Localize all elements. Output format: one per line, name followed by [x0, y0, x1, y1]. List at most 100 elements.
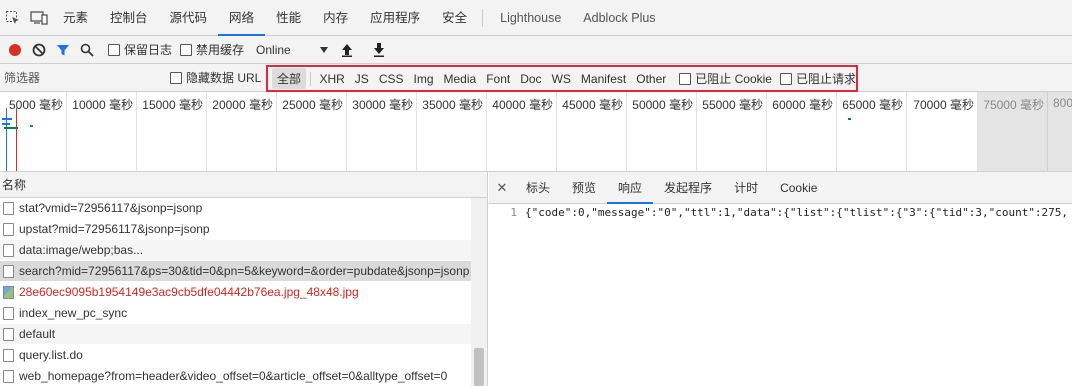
- type-filter-ws[interactable]: WS: [547, 70, 576, 88]
- disable-cache-checkbox[interactable]: [180, 43, 193, 56]
- timeline-tick-label: 55000 毫秒: [702, 98, 763, 112]
- record-icon[interactable]: [4, 38, 26, 62]
- document-icon: [3, 222, 14, 236]
- tab-preview[interactable]: 预览: [561, 172, 607, 204]
- filter-input[interactable]: 筛选器: [0, 69, 170, 86]
- timeline-tick: 25000 毫秒: [277, 92, 347, 171]
- image-file-icon: [3, 285, 14, 299]
- tab-performance[interactable]: 性能: [265, 0, 312, 36]
- timeline-tick: 15000 毫秒: [137, 92, 207, 171]
- timeline-tick-label: 20000 毫秒: [212, 98, 273, 112]
- request-bar: [848, 118, 851, 120]
- clear-icon[interactable]: [28, 38, 50, 62]
- request-bar: [2, 118, 12, 120]
- request-row[interactable]: index_new_pc_sync: [0, 303, 472, 324]
- tab-lighthouse[interactable]: Lighthouse: [489, 0, 572, 36]
- tab-console[interactable]: 控制台: [99, 0, 159, 36]
- close-icon[interactable]: ✕: [489, 180, 515, 196]
- blocked-requests-toggle[interactable]: 已阻止请求: [779, 70, 856, 87]
- timeline-tick: 5000 毫秒: [0, 92, 67, 171]
- timeline-tick: 60000 毫秒: [767, 92, 837, 171]
- filter-bar: 筛选器 隐藏数据 URL 全部 XHR JS CSS Img Media Fon…: [0, 64, 1072, 92]
- tab-memory[interactable]: 内存: [312, 0, 359, 36]
- disable-cache-label: 禁用缓存: [196, 43, 245, 57]
- request-name: index_new_pc_sync: [19, 306, 128, 320]
- filter-icon[interactable]: [52, 38, 74, 62]
- request-name: data:image/webp;bas...: [19, 243, 144, 257]
- devtools-tab-bar: 元素 控制台 源代码 网络 性能 内存 应用程序 安全 Lighthouse A…: [0, 0, 1072, 36]
- request-bar: [30, 125, 33, 127]
- tab-elements[interactable]: 元素: [52, 0, 99, 36]
- blocked-cookies-checkbox[interactable]: [679, 72, 692, 85]
- type-filter-css[interactable]: CSS: [374, 70, 409, 88]
- request-name: web_homepage?from=header&video_offset=0&…: [19, 369, 448, 383]
- request-rows: stat?vmid=72956117&jsonp=jsonp upstat?mid…: [0, 198, 472, 386]
- preserve-log-checkbox[interactable]: [108, 43, 120, 56]
- timeline-tick: 30000 毫秒: [347, 92, 417, 171]
- request-details: ✕ 标头 预览 响应 发起程序 计时 Cookie 1 {"code":0,"m…: [489, 172, 1072, 386]
- tab-network[interactable]: 网络: [218, 0, 266, 36]
- timeline-tick: 800: [1048, 92, 1072, 171]
- tab-initiator[interactable]: 发起程序: [653, 172, 723, 204]
- type-filter-manifest[interactable]: Manifest: [576, 70, 631, 88]
- document-icon: [3, 369, 14, 383]
- load-event-line: [16, 108, 17, 171]
- document-icon: [3, 201, 14, 215]
- scrollbar-thumb[interactable]: [474, 348, 484, 386]
- response-body[interactable]: 1 {"code":0,"message":"0","ttl":1,"data"…: [489, 206, 1072, 219]
- document-icon: [3, 348, 14, 362]
- blocked-requests-checkbox[interactable]: [779, 72, 792, 85]
- tab-timing[interactable]: 计时: [723, 172, 769, 204]
- tab-adblock-plus[interactable]: Adblock Plus: [572, 0, 666, 36]
- request-row[interactable]: data:image/webp;bas...: [0, 240, 472, 261]
- device-toolbar-icon[interactable]: [26, 0, 52, 36]
- timeline-tick-label: 15000 毫秒: [142, 98, 203, 112]
- request-row[interactable]: upstat?mid=72956117&jsonp=jsonp: [0, 219, 472, 240]
- timeline-tick: 35000 毫秒: [417, 92, 487, 171]
- inspect-element-icon[interactable]: [0, 0, 26, 36]
- tab-response[interactable]: 响应: [607, 172, 654, 204]
- request-row[interactable]: web_homepage?from=header&video_offset=0&…: [0, 366, 472, 386]
- timeline-overview[interactable]: 5000 毫秒 10000 毫秒 15000 毫秒 20000 毫秒 25000…: [0, 92, 1072, 172]
- type-filter-xhr[interactable]: XHR: [314, 70, 349, 88]
- disable-cache-toggle[interactable]: 禁用缓存: [180, 41, 244, 58]
- type-filter-font[interactable]: Font: [481, 70, 515, 88]
- request-row[interactable]: default: [0, 324, 472, 345]
- tab-cookies[interactable]: Cookie: [769, 172, 828, 204]
- timeline-tick: 75000 毫秒: [978, 92, 1048, 171]
- request-row[interactable]: search?mid=72956117&ps=30&tid=0&pn=5&key…: [0, 261, 472, 282]
- tab-sources[interactable]: 源代码: [159, 0, 219, 36]
- preserve-log-label: 保留日志: [124, 43, 173, 57]
- tab-application[interactable]: 应用程序: [359, 0, 431, 36]
- document-icon: [3, 327, 14, 341]
- request-row[interactable]: 28e60ec9095b1954149e3ac9cb5dfe04442b76ea…: [0, 282, 472, 303]
- document-icon: [3, 243, 14, 257]
- preserve-log-toggle[interactable]: 保留日志: [108, 41, 172, 58]
- request-list-scrollbar[interactable]: [471, 198, 487, 386]
- export-har-icon[interactable]: [368, 38, 390, 62]
- tab-security[interactable]: 安全: [431, 0, 478, 36]
- request-row[interactable]: query.list.do: [0, 345, 472, 366]
- type-filter-img[interactable]: Img: [409, 70, 439, 88]
- tab-headers[interactable]: 标头: [515, 172, 561, 204]
- type-filter-other[interactable]: Other: [631, 70, 671, 88]
- blocked-cookies-toggle[interactable]: 已阻止 Cookie: [679, 70, 772, 87]
- timeline-tick-label: 40000 毫秒: [492, 98, 553, 112]
- type-filter-doc[interactable]: Doc: [515, 70, 546, 88]
- document-icon: [3, 264, 14, 278]
- throttling-select[interactable]: Online: [256, 43, 329, 57]
- hide-data-urls-toggle[interactable]: 隐藏数据 URL: [170, 69, 262, 86]
- request-name: upstat?mid=72956117&jsonp=jsonp: [19, 222, 210, 236]
- timeline-tick: 10000 毫秒: [67, 92, 137, 171]
- type-filter-media[interactable]: Media: [439, 70, 482, 88]
- import-har-icon[interactable]: [336, 38, 358, 62]
- name-column-header[interactable]: 名称: [0, 172, 487, 198]
- hide-data-urls-checkbox[interactable]: [170, 71, 182, 84]
- type-filter-all[interactable]: 全部: [272, 68, 307, 89]
- request-row[interactable]: stat?vmid=72956117&jsonp=jsonp: [0, 198, 472, 219]
- search-icon[interactable]: [76, 38, 98, 62]
- type-filter-js[interactable]: JS: [350, 70, 374, 88]
- resource-type-filters-highlight: 全部 XHR JS CSS Img Media Font Doc WS Mani…: [266, 65, 858, 92]
- timeline-tick-label: 60000 毫秒: [772, 98, 833, 112]
- blocked-requests-label: 已阻止请求: [795, 72, 856, 86]
